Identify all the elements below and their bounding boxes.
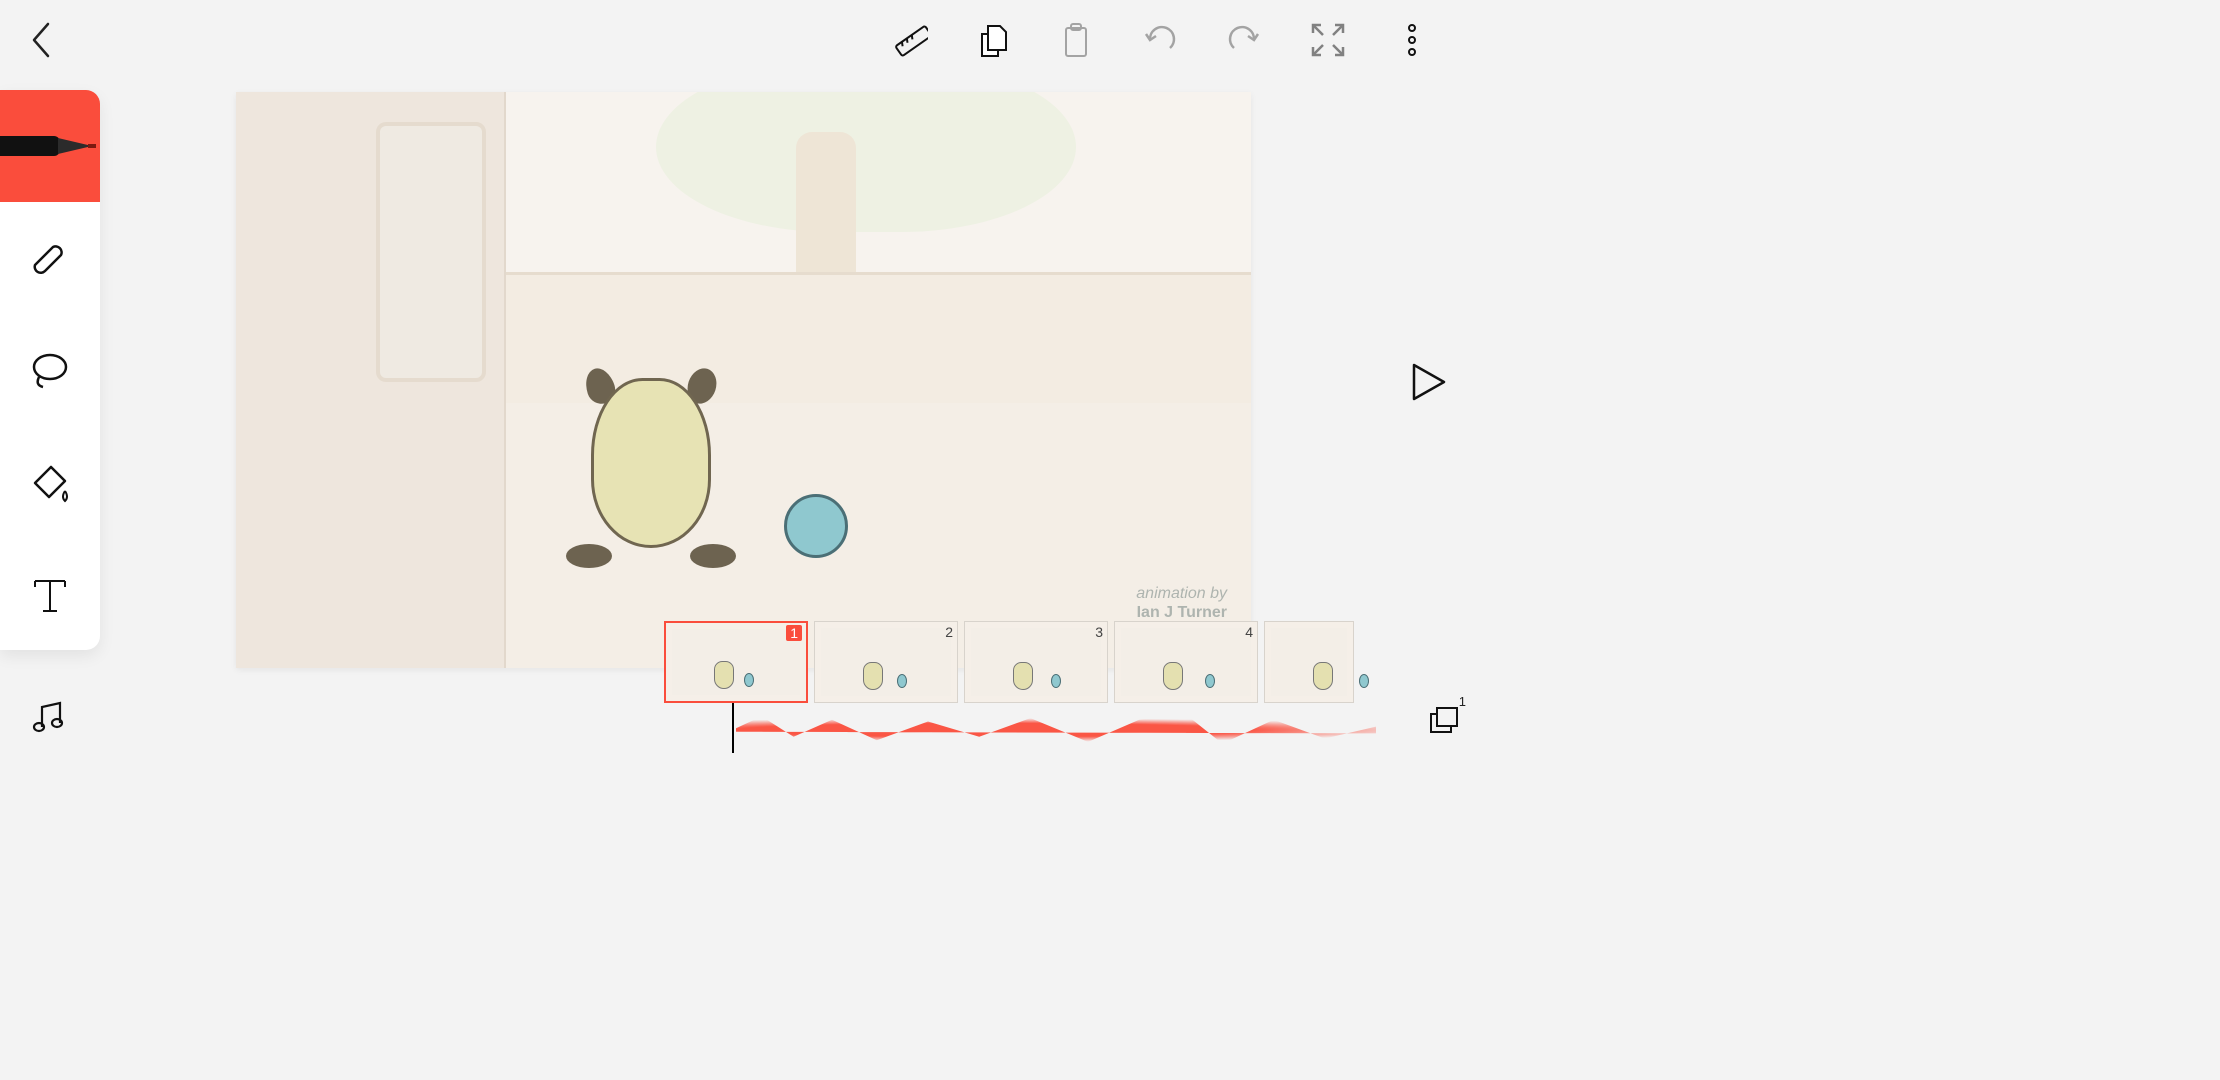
chevron-left-icon bbox=[28, 20, 56, 60]
text-icon bbox=[27, 571, 73, 617]
timeline-frames: 1 2 3 4 bbox=[664, 621, 1354, 703]
layers-button[interactable] bbox=[1426, 701, 1462, 737]
tool-rail bbox=[0, 90, 100, 650]
expand-icon bbox=[1309, 21, 1347, 59]
ruler-icon bbox=[888, 20, 928, 60]
paste-button[interactable] bbox=[1054, 18, 1098, 62]
ball bbox=[784, 494, 848, 558]
paint-bucket-icon bbox=[25, 457, 75, 507]
play-icon bbox=[1404, 359, 1450, 405]
back-button[interactable] bbox=[18, 16, 66, 64]
frame-number: 3 bbox=[1095, 624, 1103, 640]
clipboard-icon bbox=[1056, 20, 1096, 60]
canvas-credit: animation by Ian J Turner bbox=[1136, 584, 1227, 622]
eraser-icon bbox=[27, 235, 73, 281]
timeline-frame[interactable]: 3 bbox=[964, 621, 1108, 703]
pen-tool[interactable] bbox=[0, 90, 100, 202]
timeline-playhead[interactable] bbox=[732, 703, 734, 753]
credit-line1: animation by bbox=[1136, 584, 1227, 603]
timeline-frame[interactable]: 1 bbox=[664, 621, 808, 703]
timeline-frame[interactable]: 4 bbox=[1114, 621, 1258, 703]
fill-tool[interactable] bbox=[0, 426, 100, 538]
copy-button[interactable] bbox=[970, 18, 1014, 62]
lasso-icon bbox=[27, 347, 73, 393]
undo-button[interactable] bbox=[1138, 18, 1182, 62]
music-note-icon bbox=[28, 697, 68, 737]
play-button[interactable] bbox=[1402, 357, 1452, 407]
timeline-frame[interactable]: 2 bbox=[814, 621, 958, 703]
more-button[interactable] bbox=[1390, 18, 1434, 62]
fullscreen-button[interactable] bbox=[1306, 18, 1350, 62]
timeline-frame[interactable] bbox=[1264, 621, 1354, 703]
audio-waveform[interactable] bbox=[736, 713, 1376, 747]
frame-number: 4 bbox=[1245, 624, 1253, 640]
frame-number: 1 bbox=[786, 625, 802, 641]
eraser-tool[interactable] bbox=[0, 202, 100, 314]
text-tool[interactable] bbox=[0, 538, 100, 650]
more-vertical-icon bbox=[1404, 20, 1420, 60]
copy-icon bbox=[972, 20, 1012, 60]
frame-number: 2 bbox=[945, 624, 953, 640]
ruler-button[interactable] bbox=[886, 18, 930, 62]
undo-icon bbox=[1140, 20, 1180, 60]
top-toolbar bbox=[0, 0, 1480, 80]
character-bear bbox=[576, 368, 726, 568]
top-actions bbox=[886, 18, 1462, 62]
audio-button[interactable] bbox=[24, 693, 72, 741]
canvas-scene: animation by Ian J Turner bbox=[236, 92, 1251, 668]
redo-icon bbox=[1224, 20, 1264, 60]
pen-icon bbox=[0, 118, 100, 174]
credit-line2: Ian J Turner bbox=[1136, 603, 1227, 622]
lasso-tool[interactable] bbox=[0, 314, 100, 426]
layers-icon bbox=[1427, 702, 1461, 736]
redo-button[interactable] bbox=[1222, 18, 1266, 62]
canvas[interactable]: animation by Ian J Turner bbox=[236, 92, 1251, 668]
